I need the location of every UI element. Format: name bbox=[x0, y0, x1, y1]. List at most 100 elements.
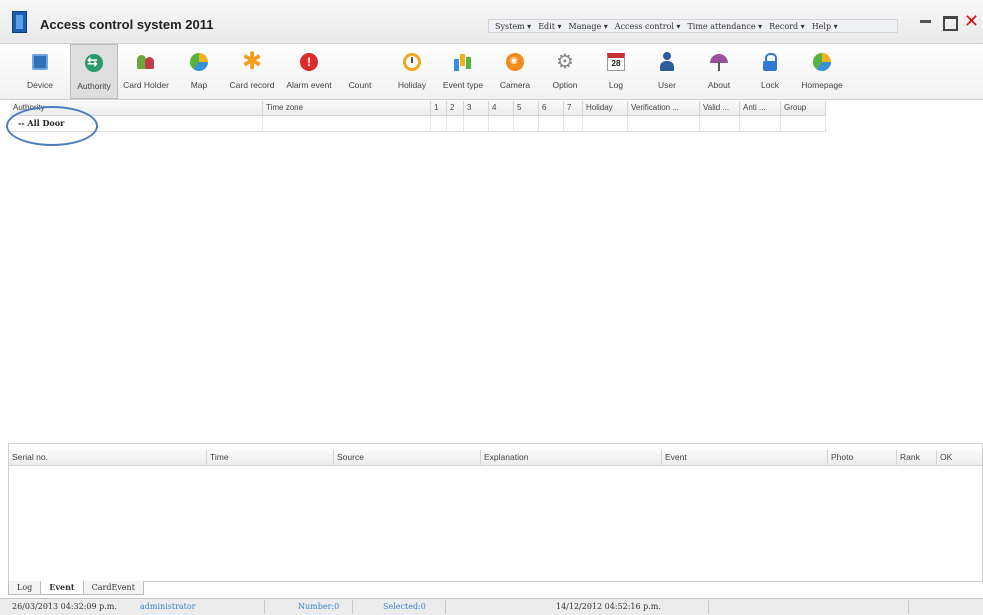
toolbar-authority-button[interactable]: Authority bbox=[70, 44, 118, 99]
col-photo[interactable]: Photo bbox=[828, 450, 897, 466]
tab-event[interactable]: Event bbox=[40, 581, 84, 595]
toolbar-about-button[interactable]: About bbox=[700, 44, 738, 99]
col-verification[interactable]: Verification ... bbox=[628, 101, 700, 116]
status-bar: 26/03/2013 04:32:09 p.m. administrator N… bbox=[0, 598, 983, 615]
col-rank[interactable]: Rank bbox=[897, 450, 937, 466]
toolbar-map-button[interactable]: Map bbox=[182, 44, 216, 99]
tree-item-all-door[interactable]: -- All Door bbox=[18, 118, 64, 128]
alarm-icon bbox=[300, 53, 318, 71]
toolbar-count-label: Count bbox=[348, 80, 372, 90]
toolbar-user-button[interactable]: User bbox=[650, 44, 684, 99]
col-serial-no[interactable]: Serial no. bbox=[9, 450, 207, 466]
toolbar-count-button[interactable]: Count bbox=[343, 44, 377, 99]
calendar-icon: 28 bbox=[607, 53, 625, 71]
toolbar-card-record-label: Card record bbox=[229, 80, 275, 90]
umbrella-icon bbox=[709, 52, 729, 72]
menu-edit[interactable]: Edit ▾ bbox=[538, 22, 561, 31]
close-icon[interactable]: ✕ bbox=[964, 12, 979, 30]
window-controls: ✕ bbox=[918, 12, 979, 31]
authority-grid-header: Authority Time zone 1 2 3 4 5 6 7 Holida… bbox=[10, 101, 826, 116]
title-bar: Access control system 2011 System ▾ Edit… bbox=[0, 0, 983, 44]
toolbar-about-label: About bbox=[707, 80, 731, 90]
tab-log[interactable]: Log bbox=[8, 581, 42, 595]
bottom-tabs: Log Event CardEvent bbox=[8, 581, 144, 595]
status-user: administrator bbox=[140, 602, 196, 611]
menu-system[interactable]: System ▾ bbox=[495, 22, 531, 31]
col-day-5[interactable]: 5 bbox=[514, 101, 539, 116]
toolbar-camera-button[interactable]: Camera bbox=[495, 44, 535, 99]
event-grid-header: Serial no. Time Source Explanation Event… bbox=[9, 450, 982, 466]
menu-record[interactable]: Record ▾ bbox=[769, 22, 805, 31]
status-number: Number:0 bbox=[298, 602, 340, 611]
toolbar-option-label: Option bbox=[552, 80, 578, 90]
col-day-7[interactable]: 7 bbox=[564, 101, 583, 116]
col-day-1[interactable]: 1 bbox=[431, 101, 447, 116]
menu-time-attendance[interactable]: Time attendance ▾ bbox=[687, 22, 762, 31]
col-explanation[interactable]: Explanation bbox=[481, 450, 662, 466]
toolbar-lock-label: Lock bbox=[761, 80, 779, 90]
col-valid[interactable]: Valid ... bbox=[700, 101, 740, 116]
toolbar-homepage-label: Homepage bbox=[801, 80, 843, 90]
status-selected: Selected:0 bbox=[383, 602, 426, 611]
maximize-icon[interactable] bbox=[941, 14, 958, 31]
status-datetime: 26/03/2013 04:32:09 p.m. bbox=[12, 602, 117, 611]
col-day-3[interactable]: 3 bbox=[464, 101, 489, 116]
toolbar-log-button[interactable]: 28 Log bbox=[600, 44, 632, 99]
col-ok[interactable]: OK bbox=[937, 450, 982, 466]
toolbar-card-holder-label: Card Holder bbox=[123, 80, 169, 90]
bar-chart-icon bbox=[453, 52, 473, 72]
toolbar-camera-label: Camera bbox=[499, 80, 531, 90]
toolbar-homepage-button[interactable]: Homepage bbox=[796, 44, 848, 99]
col-day-2[interactable]: 2 bbox=[447, 101, 464, 116]
toolbar-holiday-button[interactable]: Holiday bbox=[393, 44, 431, 99]
status-datetime-2: 14/12/2012 04:52:16 p.m. bbox=[556, 602, 661, 611]
card-record-icon: ✱ bbox=[241, 48, 263, 75]
app-icon bbox=[12, 11, 27, 33]
menu-access-control[interactable]: Access control ▾ bbox=[615, 22, 681, 31]
toolbar-holiday-label: Holiday bbox=[397, 80, 427, 90]
toolbar-user-label: User bbox=[658, 80, 676, 90]
authority-icon bbox=[85, 54, 103, 72]
toolbar-authority-label: Authority bbox=[77, 81, 111, 91]
toolbar-option-button[interactable]: Option bbox=[547, 44, 583, 99]
col-event[interactable]: Event bbox=[662, 450, 828, 466]
gear-icon bbox=[556, 52, 574, 72]
device-icon bbox=[32, 54, 48, 70]
card-holder-icon bbox=[136, 52, 156, 72]
map-icon bbox=[190, 53, 208, 71]
menu-manage[interactable]: Manage ▾ bbox=[569, 22, 608, 31]
toolbar-device-button[interactable]: Device bbox=[18, 44, 62, 99]
col-anti[interactable]: Anti ... bbox=[740, 101, 781, 116]
toolbar-alarm-event-label: Alarm event bbox=[286, 80, 332, 90]
toolbar-card-record-button[interactable]: ✱ Card record bbox=[225, 44, 279, 99]
event-grid: Serial no. Time Source Explanation Event… bbox=[8, 443, 983, 582]
col-day-6[interactable]: 6 bbox=[539, 101, 564, 116]
toolbar-card-holder-button[interactable]: Card Holder bbox=[119, 44, 173, 99]
tab-card-event[interactable]: CardEvent bbox=[82, 581, 144, 595]
toolbar-map-label: Map bbox=[190, 80, 208, 90]
lock-icon bbox=[760, 52, 780, 72]
toolbar-event-type-button[interactable]: Event type bbox=[438, 44, 488, 99]
toolbar: Device Authority Card Holder Map ✱ Card … bbox=[0, 44, 983, 100]
clock-icon bbox=[403, 53, 421, 71]
col-day-4[interactable]: 4 bbox=[489, 101, 514, 116]
col-source[interactable]: Source bbox=[334, 450, 481, 466]
col-authority[interactable]: Authority bbox=[10, 101, 263, 116]
homepage-icon bbox=[813, 53, 831, 71]
user-icon bbox=[657, 52, 677, 72]
menu-help[interactable]: Help ▾ bbox=[812, 22, 838, 31]
toolbar-lock-button[interactable]: Lock bbox=[754, 44, 786, 99]
toolbar-log-label: Log bbox=[608, 80, 624, 90]
col-time[interactable]: Time bbox=[207, 450, 334, 466]
minimize-icon[interactable] bbox=[918, 14, 933, 28]
camera-icon bbox=[506, 53, 524, 71]
toolbar-device-label: Device bbox=[27, 80, 53, 90]
col-holiday[interactable]: Holiday bbox=[583, 101, 628, 116]
authority-grid-row[interactable] bbox=[10, 116, 826, 132]
menu-bar: System ▾ Edit ▾ Manage ▾ Access control … bbox=[488, 19, 898, 33]
toolbar-alarm-event-button[interactable]: Alarm event bbox=[281, 44, 337, 99]
col-group[interactable]: Group bbox=[781, 101, 826, 116]
window-title: Access control system 2011 bbox=[40, 17, 214, 32]
toolbar-event-type-label: Event type bbox=[442, 80, 484, 90]
col-time-zone[interactable]: Time zone bbox=[263, 101, 431, 116]
